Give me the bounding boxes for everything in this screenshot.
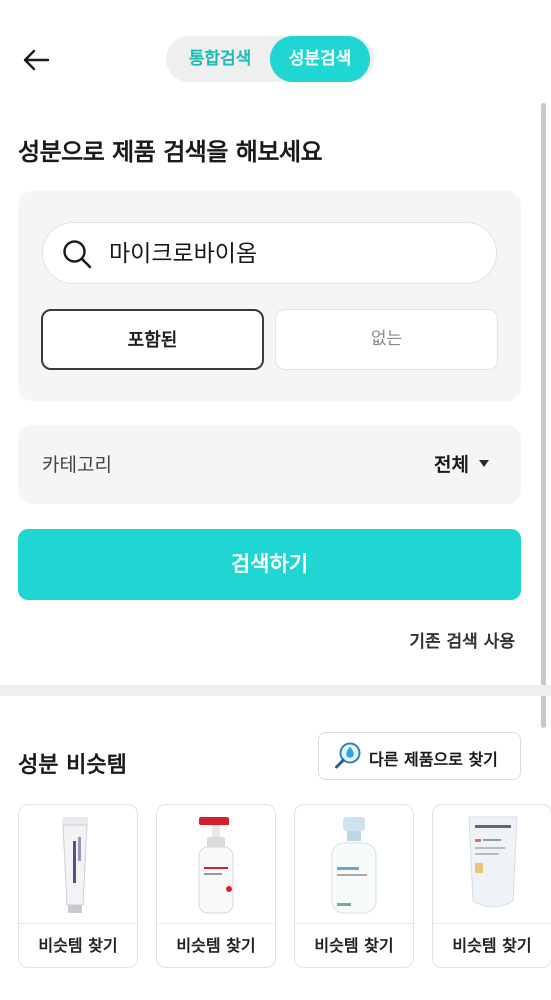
search-button[interactable]: 검색하기 (18, 529, 521, 600)
exclude-filter-button[interactable]: 없는 (275, 309, 498, 370)
search-panel: 마이크로바이옴 포함된 없는 (18, 191, 521, 401)
pump-bottle-blue-icon (295, 805, 413, 923)
product-card[interactable]: 비슷템 찾기 (18, 804, 138, 968)
sunscreen-tube-icon (433, 805, 551, 923)
product-card[interactable]: 비슷템 찾기 (156, 804, 276, 968)
category-label: 카테고리 (42, 454, 112, 476)
pump-bottle-red-icon (157, 805, 275, 923)
ingredient-search-input[interactable]: 마이크로바이옴 (42, 222, 497, 284)
drop-magnifier-icon (333, 741, 363, 771)
find-similar-label: 비슷템 찾기 (452, 936, 532, 955)
page-title: 성분으로 제품 검색을 해보세요 (18, 138, 323, 166)
back-arrow-icon[interactable] (18, 42, 54, 78)
search-mode-toggle: 통합검색 성분검색 (166, 36, 374, 82)
section-divider (0, 685, 551, 696)
previous-search-link[interactable]: 기존 검색 사용 (409, 627, 515, 652)
include-filter-button[interactable]: 포함된 (41, 309, 264, 370)
tube-product-icon (19, 805, 137, 923)
caret-down-icon (479, 460, 489, 467)
product-card[interactable]: 비슷템 찾기 (432, 804, 551, 968)
tab-integrated-search[interactable]: 통합검색 (170, 36, 270, 82)
category-value: 전체 (434, 454, 469, 476)
search-icon (61, 238, 93, 270)
find-other-products-label: 다른 제품으로 찾기 (369, 750, 498, 769)
similar-items-title: 성분 비슷템 (18, 753, 127, 778)
category-select[interactable]: 카테고리 전체 (18, 425, 521, 504)
product-card[interactable]: 비슷템 찾기 (294, 804, 414, 968)
find-similar-label: 비슷템 찾기 (38, 936, 118, 955)
find-other-products-button[interactable]: 다른 제품으로 찾기 (318, 732, 521, 780)
find-similar-label: 비슷템 찾기 (314, 936, 394, 955)
find-similar-label: 비슷템 찾기 (176, 936, 256, 955)
tab-ingredient-search[interactable]: 성분검색 (270, 36, 370, 82)
search-input-value: 마이크로바이옴 (109, 241, 258, 267)
scrollbar[interactable] (541, 103, 546, 728)
header: 통합검색 성분검색 (0, 0, 551, 110)
